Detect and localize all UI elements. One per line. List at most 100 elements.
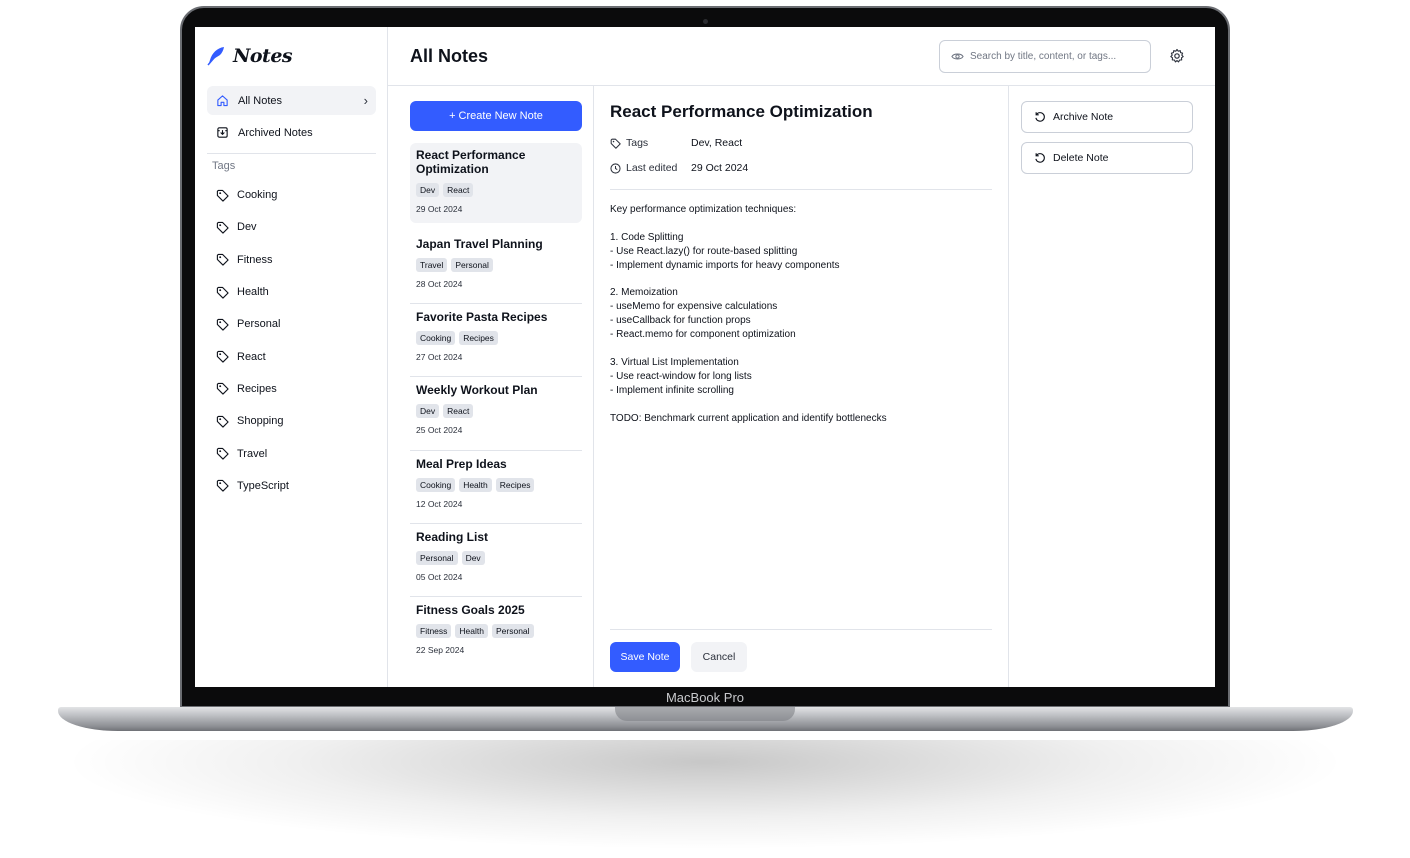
note-title: Favorite Pasta Recipes	[416, 310, 548, 325]
note-tags: Fitness Health Personal	[416, 623, 576, 638]
top-header: All Notes	[388, 27, 1215, 86]
settings-gear-icon[interactable]	[1169, 48, 1185, 64]
tag-icon	[216, 382, 229, 396]
note-item[interactable]: Favorite Pasta Recipes Cooking Recipes 2…	[410, 304, 582, 378]
save-note-button[interactable]: Save Note	[610, 642, 680, 672]
note-item[interactable]: Meal Prep Ideas Cooking Health Recipes 1…	[410, 451, 582, 524]
note-item[interactable]: Fitness Goals 2025 Fitness Health Person…	[410, 597, 582, 670]
search-box[interactable]	[939, 40, 1151, 73]
note-item[interactable]: Weekly Workout Plan Dev React 25 Oct 202…	[410, 377, 582, 451]
archive-icon	[216, 126, 230, 140]
archive-note-label: Archive Note	[1053, 111, 1114, 123]
clock-icon	[610, 162, 621, 174]
note-tag-chip: Travel	[416, 258, 448, 272]
note-tag-chip: React	[443, 183, 474, 197]
sidebar-tag-label: Shopping	[237, 415, 284, 428]
delete-note-label: Delete Note	[1053, 152, 1109, 164]
create-note-button[interactable]: + Create New Note	[410, 101, 582, 131]
sidebar-item-all-notes[interactable]: All Notes ›	[207, 86, 376, 115]
tag-icon	[216, 350, 229, 363]
sidebar: Notes All Notes › Archived Notes Tags Co…	[195, 27, 388, 687]
note-item[interactable]: React Performance Optimization Dev React…	[410, 143, 582, 223]
tag-icon	[216, 479, 229, 492]
sidebar-tag-label: Travel	[237, 447, 268, 460]
camera	[703, 19, 708, 24]
detail-divider	[610, 189, 992, 190]
note-item[interactable]: Japan Travel Planning Travel Personal 28…	[410, 231, 582, 305]
note-tags: Dev React	[416, 183, 576, 197]
last-edited-row: Last edited 29 Oct 2024	[610, 162, 748, 174]
last-edited-label: Last edited	[626, 162, 678, 174]
tag-icon	[216, 189, 229, 202]
sidebar-item-archived-notes[interactable]: Archived Notes	[207, 118, 376, 147]
note-date: 12 Oct 2024	[416, 498, 463, 509]
app-name: Notes	[233, 45, 293, 67]
sidebar-item-label: All Notes	[238, 94, 283, 107]
note-tag-chip: Personal	[451, 258, 493, 272]
note-title: Reading List	[416, 529, 489, 544]
feather-logo-icon	[207, 47, 224, 66]
sidebar-tag-cooking[interactable]: Cooking	[207, 179, 376, 211]
note-tag-chip: Dev	[416, 404, 440, 419]
tag-icon	[216, 286, 229, 299]
home-icon	[216, 94, 230, 108]
archive-note-button[interactable]: Archive Note	[1021, 101, 1193, 133]
note-item[interactable]: Reading List Personal Dev 05 Oct 2024	[410, 524, 582, 597]
note-tag-chip: Recipes	[459, 331, 498, 346]
app-screen: Notes All Notes › Archived Notes Tags Co…	[195, 27, 1215, 687]
sidebar-tag-typescript[interactable]: TypeScript	[207, 470, 376, 502]
sidebar-tag-label: Dev	[237, 221, 257, 234]
note-date: 22 Sep 2024	[416, 644, 465, 655]
note-detail-title[interactable]: React Performance Optimization	[610, 102, 873, 122]
sidebar-divider	[207, 153, 376, 154]
tag-list: Cooking Dev Fitness Health Personal Reac…	[207, 179, 376, 502]
eye-icon	[951, 50, 964, 63]
note-tags-row: Tags Dev, React	[610, 137, 742, 149]
delete-note-button[interactable]: Delete Note	[1021, 142, 1193, 174]
page-title: All Notes	[410, 46, 489, 66]
sidebar-tag-recipes[interactable]: Recipes	[207, 373, 376, 405]
note-actions: Archive Note Delete Note	[1021, 101, 1193, 183]
laptop-notch	[615, 707, 795, 721]
sidebar-tag-label: Fitness	[237, 253, 273, 266]
detail-footer-divider	[610, 629, 992, 630]
sidebar-tag-label: Cooking	[237, 189, 278, 202]
note-tags: Travel Personal	[416, 258, 576, 272]
sidebar-tag-health[interactable]: Health	[207, 276, 376, 308]
search-input[interactable]	[970, 51, 1140, 62]
note-title: Japan Travel Planning	[416, 237, 543, 251]
note-title: Weekly Workout Plan	[416, 383, 538, 398]
sidebar-tag-fitness[interactable]: Fitness	[207, 244, 376, 276]
note-tag-chip: Personal	[491, 623, 534, 638]
tags-value[interactable]: Dev, React	[691, 137, 742, 149]
note-date: 28 Oct 2024	[416, 279, 463, 289]
notes-list-panel: + Create New Note React Performance Opti…	[388, 86, 594, 687]
chevron-right-icon: ›	[363, 93, 368, 108]
notes-list: React Performance Optimization Dev React…	[410, 143, 582, 670]
note-body-editor[interactable]: Key performance optimization techniques:…	[610, 203, 992, 426]
note-title: Meal Prep Ideas	[416, 456, 507, 471]
note-tags: Dev React	[416, 404, 576, 419]
sidebar-tag-label: Recipes	[237, 382, 277, 395]
sidebar-tag-shopping[interactable]: Shopping	[207, 405, 376, 437]
sidebar-tag-dev[interactable]: Dev	[207, 211, 376, 243]
cancel-button[interactable]: Cancel	[691, 642, 747, 672]
note-tags: Personal Dev	[416, 550, 576, 565]
note-title: Fitness Goals 2025	[416, 602, 525, 617]
sidebar-tag-personal[interactable]: Personal	[207, 308, 376, 340]
tags-label: Tags	[626, 137, 649, 149]
note-date: 05 Oct 2024	[416, 571, 463, 582]
tag-icon	[216, 221, 229, 234]
note-tag-chip: Recipes	[495, 477, 535, 492]
app-logo[interactable]: Notes	[207, 44, 293, 68]
note-tag-chip: Dev	[416, 183, 440, 197]
sidebar-tag-travel[interactable]: Travel	[207, 437, 376, 469]
note-date: 29 Oct 2024	[416, 204, 463, 214]
sidebar-tag-react[interactable]: React	[207, 340, 376, 372]
sidebar-tag-label: React	[237, 350, 266, 363]
note-tag-chip: Fitness	[416, 623, 452, 638]
sidebar-tag-label: TypeScript	[237, 479, 289, 492]
note-title: React Performance Optimization	[416, 148, 526, 176]
sidebar-item-label: Archived Notes	[238, 126, 313, 139]
tag-icon	[610, 138, 621, 149]
